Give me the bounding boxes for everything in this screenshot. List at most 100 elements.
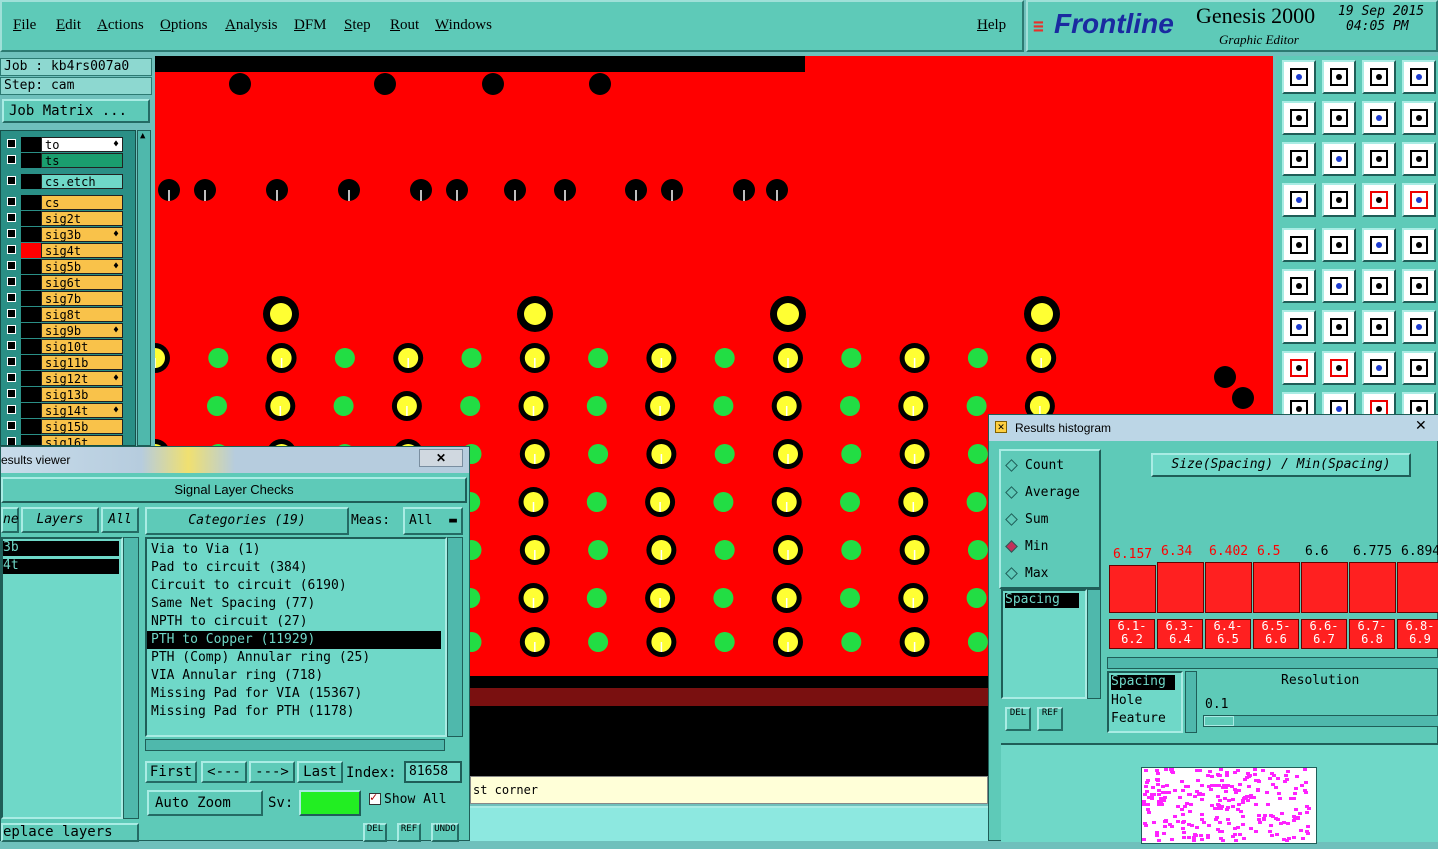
- layer-row-sig7b[interactable]: sig7b: [5, 291, 123, 306]
- list-item[interactable]: 3b: [3, 541, 119, 556]
- layer-row-sig4t[interactable]: sig4t: [5, 243, 123, 258]
- layer-affected-marker[interactable]: [21, 435, 41, 445]
- layer-checkbox[interactable]: [7, 357, 16, 366]
- scale-1-2-icon[interactable]: [1362, 142, 1396, 176]
- layer-checkbox[interactable]: [7, 176, 16, 185]
- layer-affected-marker[interactable]: [21, 153, 41, 168]
- layer-checkbox[interactable]: [7, 405, 16, 414]
- layer-affected-marker[interactable]: [21, 387, 41, 402]
- layer-name[interactable]: sig6t: [41, 275, 123, 290]
- mode-radio-count[interactable]: Count: [1005, 457, 1099, 477]
- line-red-icon[interactable]: [1322, 351, 1356, 385]
- node-net-icon[interactable]: [1282, 269, 1316, 303]
- meas-dropdown[interactable]: All ▬: [403, 507, 463, 535]
- layer-affected-marker[interactable]: [21, 323, 41, 338]
- ruler-icon[interactable]: [1362, 228, 1396, 262]
- layer-row-ts[interactable]: ts: [5, 153, 123, 168]
- layer-checkbox[interactable]: [7, 325, 16, 334]
- angle-icon[interactable]: [1282, 310, 1316, 344]
- layer-name[interactable]: ts: [41, 153, 123, 168]
- hist-ref-button[interactable]: REF: [1037, 707, 1063, 731]
- menu-rout[interactable]: Rout: [390, 17, 419, 34]
- layer-red2-icon[interactable]: [1402, 183, 1436, 217]
- tab-name[interactable]: ne: [1, 507, 19, 533]
- layer-name[interactable]: sig5b ♦: [41, 259, 123, 274]
- layer-checkbox[interactable]: [7, 197, 16, 206]
- auto-zoom-dropdown[interactable]: Auto Zoom: [147, 790, 263, 816]
- close-icon[interactable]: ✕: [1415, 417, 1427, 434]
- layer-name[interactable]: sig9b ♦: [41, 323, 123, 338]
- pad-red-icon[interactable]: [1282, 351, 1316, 385]
- axis-list-scrollbar[interactable]: [1185, 671, 1197, 733]
- histogram-bar[interactable]: [1253, 562, 1300, 613]
- cross-icon[interactable]: [1322, 269, 1356, 303]
- layer-affected-marker[interactable]: [21, 275, 41, 290]
- s-curve-icon[interactable]: [1402, 101, 1436, 135]
- histogram-bar[interactable]: [1109, 565, 1156, 613]
- layer-row-sig3b[interactable]: sig3b ♦: [5, 227, 123, 242]
- help-icon[interactable]: [1402, 142, 1436, 176]
- index-input[interactable]: 81658: [404, 761, 462, 783]
- show-all-checkbox[interactable]: ✓: [369, 790, 381, 805]
- category-item[interactable]: Missing Pad for VIA (15367): [151, 685, 362, 703]
- layer-checkbox[interactable]: [7, 277, 16, 286]
- category-item[interactable]: NPTH to circuit (27): [151, 613, 308, 631]
- layer-checkbox[interactable]: [7, 155, 16, 164]
- last-button[interactable]: Last: [297, 761, 343, 783]
- list-item[interactable]: 4t: [3, 559, 119, 574]
- job-matrix-button[interactable]: Job Matrix ...: [2, 99, 150, 123]
- circle-pad-icon[interactable]: [1402, 228, 1436, 262]
- layer-row-sig13b[interactable]: sig13b: [5, 387, 123, 402]
- layer-name[interactable]: to ♦: [41, 137, 123, 152]
- categories-hscrollbar[interactable]: [145, 739, 445, 751]
- category-item[interactable]: Circuit to circuit (6190): [151, 577, 347, 595]
- layer-checkbox[interactable]: [7, 421, 16, 430]
- layer-name[interactable]: sig12t ♦: [41, 371, 123, 386]
- menu-edit[interactable]: Edit: [56, 17, 81, 34]
- category-item[interactable]: Pad to circuit (384): [151, 559, 308, 577]
- layer-affected-marker[interactable]: [21, 371, 41, 386]
- overview-thumbnail[interactable]: [1141, 767, 1317, 844]
- layer-row-sig8t[interactable]: sig8t: [5, 307, 123, 322]
- undo-button[interactable]: UNDO: [431, 823, 459, 842]
- histogram-bar[interactable]: [1301, 562, 1348, 613]
- house-icon[interactable]: [1362, 60, 1396, 94]
- ff-icon[interactable]: [1402, 310, 1436, 344]
- layer-affected-marker[interactable]: [21, 307, 41, 322]
- category-item[interactable]: Same Net Spacing (77): [151, 595, 315, 613]
- layer-checkbox[interactable]: [7, 139, 16, 148]
- menu-help[interactable]: Help: [977, 17, 1006, 34]
- layer-name[interactable]: cs: [41, 195, 123, 210]
- layer-row-to[interactable]: to ♦: [5, 137, 123, 152]
- layer-checkbox[interactable]: [7, 389, 16, 398]
- slider-handle[interactable]: [1204, 716, 1234, 726]
- next-button[interactable]: --->: [249, 761, 295, 783]
- mode-radio-min[interactable]: Min: [1005, 538, 1099, 558]
- zoom-fit-icon[interactable]: [1282, 142, 1316, 176]
- move-right-icon[interactable]: [1322, 101, 1356, 135]
- list-item[interactable]: Spacing: [1005, 593, 1079, 608]
- prev-button[interactable]: <---: [201, 761, 247, 783]
- category-item[interactable]: PTH (Comp) Annular ring (25): [151, 649, 370, 667]
- layer-checkbox[interactable]: [7, 245, 16, 254]
- layer-affected-marker[interactable]: [21, 227, 41, 242]
- connect2-icon[interactable]: [1402, 269, 1436, 303]
- layer-row-sig2t[interactable]: sig2t: [5, 211, 123, 226]
- layer-name[interactable]: sig8t: [41, 307, 123, 322]
- layer-affected-marker[interactable]: [21, 211, 41, 226]
- layer-affected-marker[interactable]: [21, 291, 41, 306]
- menu-file[interactable]: File: [13, 17, 36, 34]
- histogram-titlebar[interactable]: ✕ Results histogram ✕: [989, 415, 1438, 441]
- menu-analysis[interactable]: Analysis: [225, 17, 278, 34]
- blocks-icon[interactable]: [1402, 351, 1436, 385]
- down-arrow-box-icon[interactable]: [1322, 60, 1356, 94]
- layer-name[interactable]: sig11b: [41, 355, 123, 370]
- layer-row-sig6t[interactable]: sig6t: [5, 275, 123, 290]
- layer-name[interactable]: sig14t ♦: [41, 403, 123, 418]
- category-item[interactable]: Via to Via (1): [151, 541, 261, 559]
- layer-affected-marker[interactable]: [21, 339, 41, 354]
- list-item[interactable]: Spacing: [1111, 675, 1175, 690]
- layer-checkbox[interactable]: [7, 229, 16, 238]
- layer-list-scrollbar[interactable]: ▲: [137, 130, 151, 446]
- layer-checkbox[interactable]: [7, 341, 16, 350]
